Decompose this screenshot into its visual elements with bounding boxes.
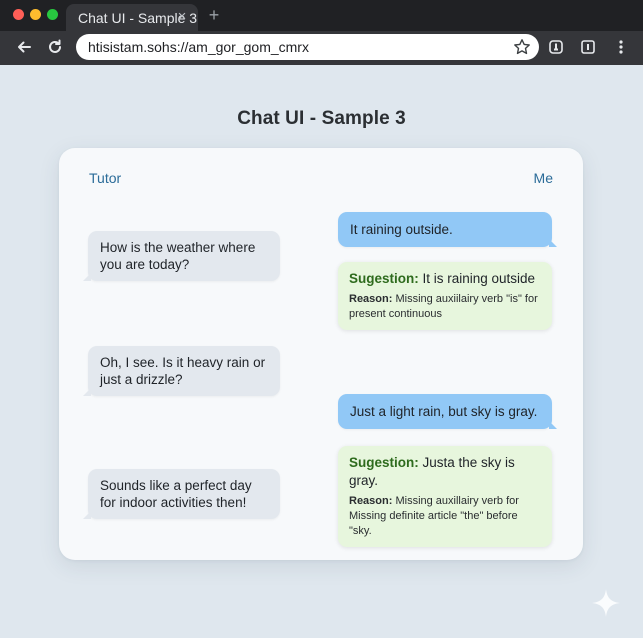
extension-button[interactable]	[547, 38, 565, 56]
back-icon	[18, 41, 31, 53]
menu-button[interactable]	[612, 38, 630, 56]
tutor-message: How is the weather where you are today?	[83, 231, 280, 281]
extension-icon	[581, 40, 595, 54]
browser-tab[interactable]: Chat UI - Sample 3 ×	[66, 4, 198, 31]
maximize-window-button[interactable]	[47, 9, 58, 20]
reader-button[interactable]	[579, 38, 597, 56]
suggestion-card: Sugestion: It is raining outside Reason:…	[338, 262, 552, 330]
window-controls	[13, 9, 58, 20]
page-title: Chat UI - Sample 3	[237, 108, 406, 129]
suggestion-reason: Reason: Missing auxillairy verb for Miss…	[349, 494, 541, 539]
tutor-label: Tutor	[89, 170, 122, 186]
browser-chrome: Chat UI - Sample 3 × +	[0, 0, 643, 65]
star-icon[interactable]	[513, 38, 531, 56]
new-tab-button[interactable]: +	[205, 5, 223, 25]
my-message: It raining outside.	[338, 212, 557, 247]
reason-label: Reason:	[349, 293, 393, 305]
me-label: Me	[533, 170, 553, 186]
suggestion-label: Sugestion:	[349, 455, 419, 470]
back-button[interactable]	[13, 36, 35, 58]
close-window-button[interactable]	[13, 9, 24, 20]
address-bar[interactable]	[76, 34, 539, 60]
my-message: Just a light rain, but sky is gray.	[338, 394, 557, 429]
suggestion-heading: Sugestion: It is raining outside	[349, 270, 541, 288]
tutor-message: Oh, I see. Is it heavy rain or just a dr…	[83, 346, 280, 396]
reason-label: Reason:	[349, 495, 393, 507]
suggestion-text: It is raining outside	[418, 271, 536, 286]
chat-card: Tutor Me How is the weather where you ar…	[59, 148, 583, 560]
extension-icon	[549, 40, 563, 54]
url-input[interactable]	[88, 39, 488, 55]
reload-button[interactable]	[44, 36, 66, 58]
minimize-window-button[interactable]	[30, 9, 41, 20]
tutor-message: Sounds like a perfect day for indoor act…	[83, 469, 280, 519]
reload-icon	[49, 39, 61, 53]
suggestion-card: Sugestion: Justa the sky is gray. Reason…	[338, 446, 552, 547]
sparkle-icon	[592, 589, 620, 617]
browser-toolbar	[0, 31, 643, 65]
tab-close-icon[interactable]: ×	[174, 9, 190, 25]
suggestion-label: Sugestion:	[349, 271, 419, 286]
suggestion-reason: Reason: Missing auxiilairy verb "is" for…	[349, 292, 541, 322]
suggestion-heading: Sugestion: Justa the sky is gray.	[349, 454, 541, 490]
menu-icon	[619, 40, 623, 54]
